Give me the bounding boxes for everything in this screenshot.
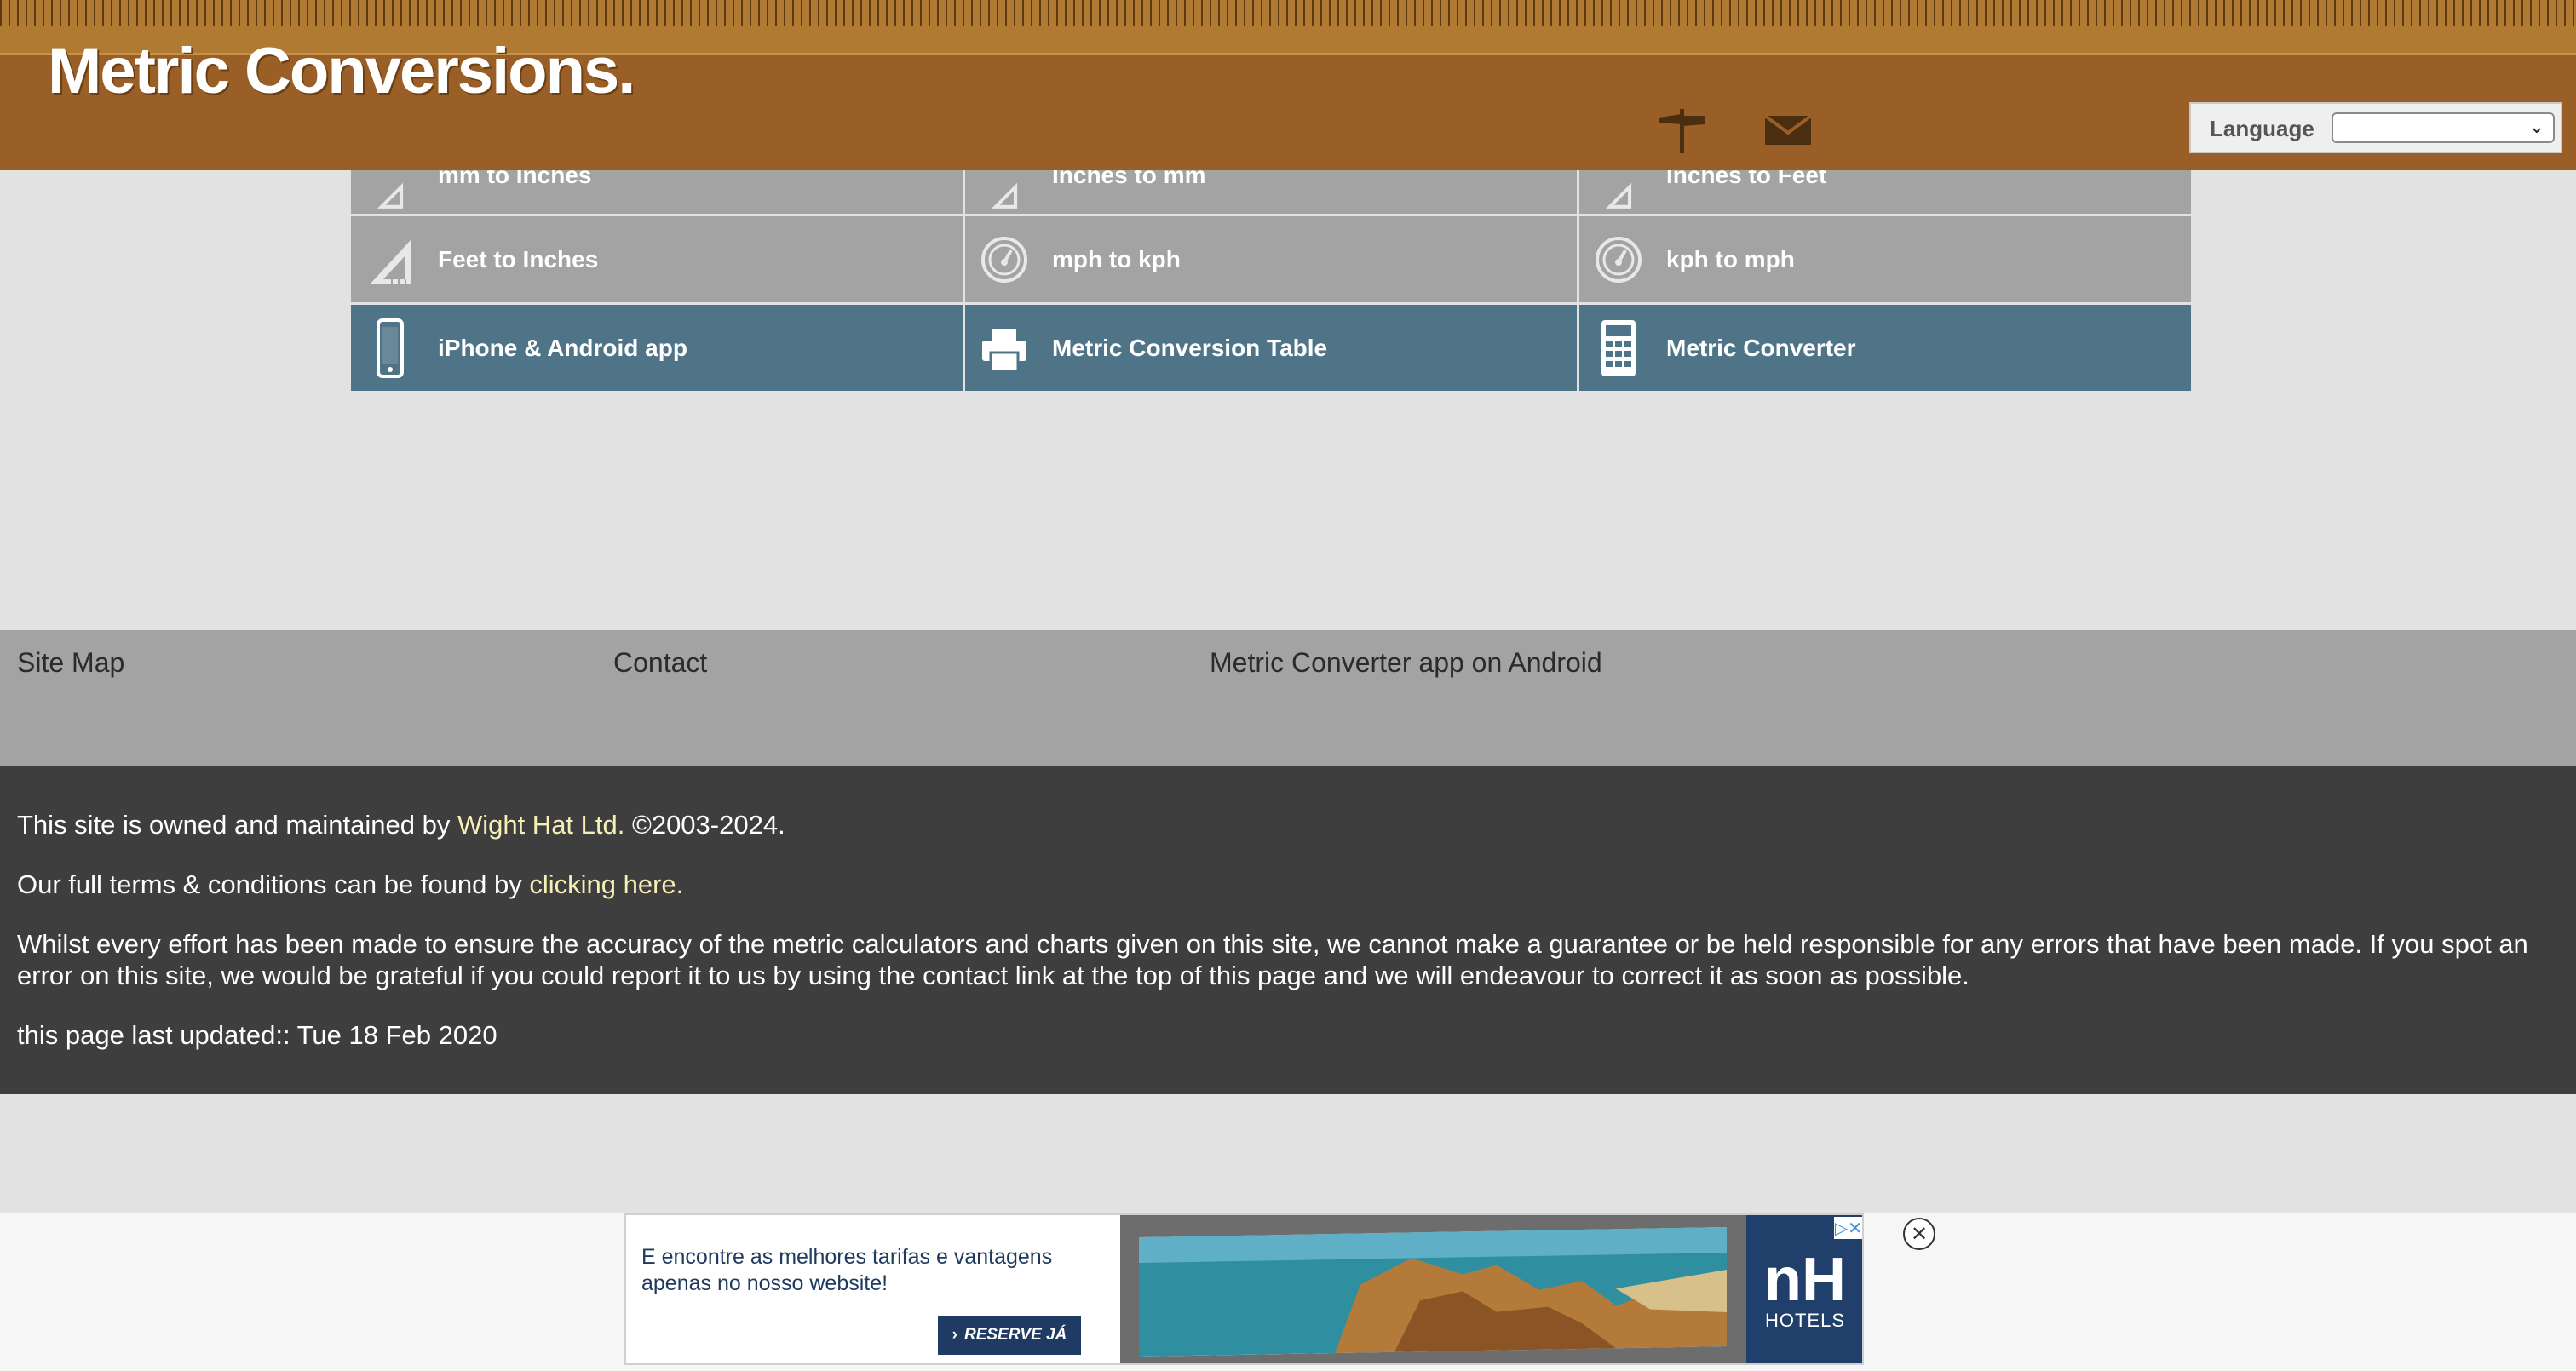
ownership-prefix: This site is owned and maintained by — [17, 810, 457, 840]
printer-icon — [982, 328, 1026, 372]
tile-label: Feet to Inches — [438, 245, 599, 272]
footer-nav: Site Map Contact Metric Converter app on… — [0, 630, 2576, 766]
tile-iphone-android-app[interactable]: iPhone & Android app — [351, 305, 963, 391]
brand-sub: HOTELS — [1764, 1310, 1846, 1331]
close-icon[interactable]: ✕ — [1903, 1218, 1935, 1250]
wight-hat-link[interactable]: Wight Hat Ltd. — [457, 810, 624, 840]
terms-link[interactable]: clicking here. — [529, 869, 683, 899]
phone-icon — [377, 318, 404, 378]
speedometer-icon — [1596, 236, 1642, 283]
ad-banner[interactable]: E encontre as melhores tarifas e vantage… — [624, 1213, 1864, 1365]
footer-link-site-map[interactable]: Site Map — [17, 647, 124, 679]
tile-metric-converter[interactable]: Metric Converter — [1579, 305, 2191, 391]
tile-label: Metric Converter — [1666, 334, 1856, 361]
ad-text: E encontre as melhores tarifas e vantage… — [641, 1245, 1053, 1295]
ad-reserve-button[interactable]: › RESERVE JÁ — [938, 1316, 1081, 1355]
footer-link-contact[interactable]: Contact — [613, 647, 707, 679]
calculator-icon — [1601, 319, 1636, 376]
ruler-triangle-icon — [1605, 182, 1632, 209]
ad-button-label: RESERVE JÁ — [963, 1326, 1067, 1344]
site-info: This site is owned and maintained by Wig… — [0, 766, 2576, 1094]
language-label: Language — [2210, 116, 2314, 141]
ad-photo — [1120, 1215, 1768, 1363]
terms-prefix: Our full terms & conditions can be found… — [17, 869, 530, 899]
tile-mph-to-kph[interactable]: mph to kph — [965, 216, 1577, 302]
tile-label: iPhone & Android app — [438, 334, 687, 361]
chevron-down-icon: ⌄ — [2528, 116, 2544, 137]
site-header: Metric Conversions. Language ⌄ — [0, 0, 2576, 170]
site-logo[interactable]: Metric Conversions. — [48, 34, 635, 108]
mail-icon[interactable] — [1763, 104, 1813, 146]
disclaimer-text: Whilst every effort has been made to ens… — [17, 929, 2528, 990]
last-updated-text: this page last updated:: Tue 18 Feb 2020 — [17, 1020, 497, 1050]
signpost-icon[interactable] — [1656, 104, 1709, 157]
tile-feet-to-inches[interactable]: Feet to Inches — [351, 216, 963, 302]
ad-choices-icon[interactable]: ▷✕ — [1834, 1217, 1862, 1239]
ad-photo-frame — [1139, 1226, 1727, 1357]
ruler-triangle-icon — [991, 182, 1018, 209]
ruler-triangle-icon — [370, 239, 411, 284]
brand-mark: nH — [1764, 1246, 1846, 1314]
copyright-text: ©2003-2024. — [624, 810, 785, 840]
tile-label: kph to mph — [1666, 245, 1795, 272]
terms-text: Our full terms & conditions can be found… — [17, 869, 2559, 900]
coastline-image — [1139, 1226, 1727, 1357]
language-select[interactable]: ⌄ — [2332, 112, 2555, 143]
chevron-right-icon: › — [952, 1326, 957, 1344]
speedometer-icon — [981, 236, 1027, 283]
tile-kph-to-mph[interactable]: kph to mph — [1579, 216, 2191, 302]
tile-metric-conversion-table[interactable]: Metric Conversion Table — [965, 305, 1577, 391]
ruler-triangle-icon — [377, 182, 404, 209]
footer-link-android-app[interactable]: Metric Converter app on Android — [1210, 647, 1602, 679]
tile-label: mph to kph — [1052, 245, 1181, 272]
language-selector-box: Language ⌄ — [2189, 102, 2562, 153]
tile-label: Metric Conversion Table — [1052, 334, 1328, 361]
ownership-text: This site is owned and maintained by Wig… — [17, 809, 2559, 840]
